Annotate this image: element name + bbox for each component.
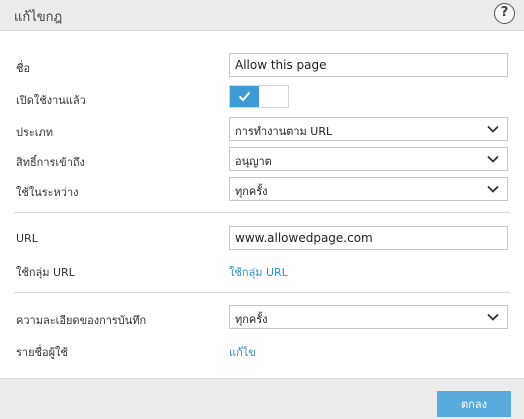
type-label: ประเภท <box>16 126 54 139</box>
name-input[interactable] <box>229 53 508 77</box>
chevron-down-icon <box>487 125 499 133</box>
section-divider <box>14 292 510 293</box>
apply-during-selected-value: ทุกครั้ง <box>235 185 268 198</box>
ok-button[interactable]: ตกลง <box>437 391 511 417</box>
url-group-label: ใช้กลุ่ม URL <box>16 266 75 279</box>
type-selected-value: การทำงานตาม URL <box>235 125 333 138</box>
dialog-title: แก้ไขกฎ <box>14 10 63 25</box>
help-icon[interactable]: ? <box>494 3 515 24</box>
chevron-down-icon <box>487 185 499 193</box>
checkmark-icon <box>238 91 251 102</box>
log-verbosity-label: ความละเอียดของการบันทึก <box>16 314 147 327</box>
type-select[interactable]: การทำงานตาม URL <box>229 117 508 141</box>
url-label: URL <box>16 232 38 245</box>
apply-during-label: ใช้ในระหว่าง <box>16 186 79 199</box>
chevron-down-icon <box>487 313 499 321</box>
user-list-label: รายชื่อผู้ใช้ <box>16 346 68 359</box>
access-selected-value: อนุญาต <box>235 155 272 168</box>
enabled-toggle[interactable] <box>229 85 289 108</box>
apply-during-select[interactable]: ทุกครั้ง <box>229 177 508 201</box>
user-list-edit-link[interactable]: แก้ไข <box>229 343 256 361</box>
url-input[interactable] <box>229 226 508 250</box>
name-label: ชื่อ <box>16 62 31 75</box>
chevron-down-icon <box>487 155 499 163</box>
dialog-header: แก้ไขกฎ ? <box>0 0 524 31</box>
enabled-label: เปิดใช้งานแล้ว <box>16 94 86 107</box>
log-verbosity-selected-value: ทุกครั้ง <box>235 313 268 326</box>
log-verbosity-select[interactable]: ทุกครั้ง <box>229 305 508 329</box>
access-label: สิทธิ์การเข้าถึง <box>16 156 85 169</box>
access-select[interactable]: อนุญาต <box>229 147 508 171</box>
section-divider <box>14 212 510 213</box>
dialog-footer: ตกลง <box>0 378 524 419</box>
url-group-link[interactable]: ใช้กลุ่ม URL <box>229 263 288 281</box>
toggle-on-indicator <box>230 86 259 107</box>
